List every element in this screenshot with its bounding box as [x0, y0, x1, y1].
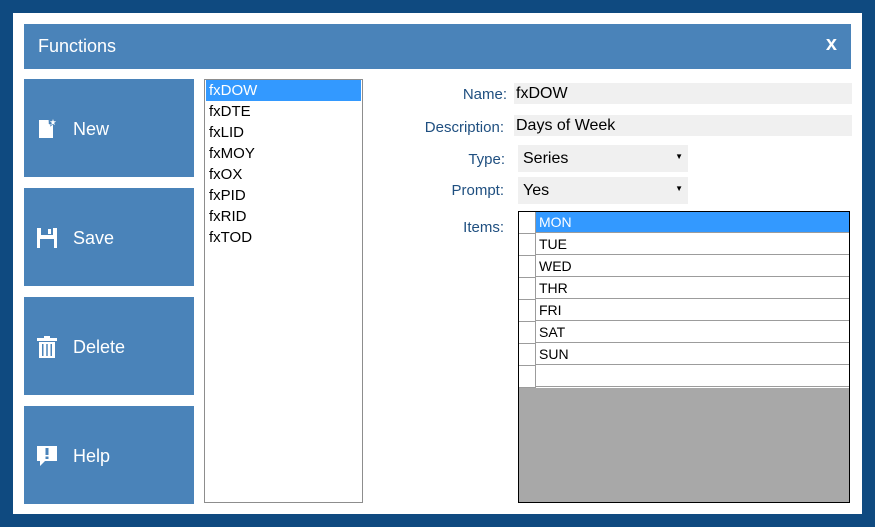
description-label: Description:: [424, 119, 504, 136]
table-row[interactable]: MON: [519, 212, 849, 234]
help-button[interactable]: Help: [24, 406, 194, 504]
close-button[interactable]: x: [826, 33, 837, 56]
row-header[interactable]: [519, 234, 536, 256]
row-header[interactable]: [519, 366, 536, 388]
list-item[interactable]: fxRID: [206, 206, 361, 227]
row-header[interactable]: [519, 322, 536, 344]
name-label: Name:: [462, 86, 507, 103]
type-label: Type:: [468, 151, 505, 168]
table-row[interactable]: WED: [519, 256, 849, 278]
new-button-label: New: [73, 119, 110, 139]
row-header[interactable]: [519, 300, 536, 322]
functions-list[interactable]: fxDOW fxDTE fxLID fxMOY fxOX fxPID fxRID…: [204, 79, 363, 503]
grid-cell[interactable]: SUN: [536, 344, 849, 365]
items-grid[interactable]: MON TUE WED THR FRI SAT SUN: [518, 211, 850, 503]
functions-window: Functions x New Save Delete Help fxDOW f…: [13, 13, 862, 514]
grid-cell[interactable]: FRI: [536, 300, 849, 321]
table-row[interactable]: FRI: [519, 300, 849, 322]
window-title: Functions: [38, 36, 117, 56]
help-icon: [36, 444, 58, 468]
table-row[interactable]: TUE: [519, 234, 849, 256]
grid-cell[interactable]: WED: [536, 256, 849, 277]
title-bar: Functions x: [24, 24, 851, 69]
trash-icon: [36, 335, 58, 359]
chevron-down-icon: ▼: [675, 152, 683, 161]
list-item[interactable]: fxOX: [206, 164, 361, 185]
description-field[interactable]: Days of Week: [514, 115, 852, 136]
grid-cell[interactable]: [536, 366, 849, 387]
type-select-value: Series: [523, 150, 569, 167]
list-item[interactable]: fxDOW: [206, 80, 361, 101]
delete-button[interactable]: Delete: [24, 297, 194, 395]
row-header[interactable]: [519, 212, 536, 234]
save-button-label: Save: [73, 228, 115, 248]
save-button[interactable]: Save: [24, 188, 194, 286]
grid-cell[interactable]: MON: [536, 212, 849, 233]
table-row[interactable]: THR: [519, 278, 849, 300]
row-header[interactable]: [519, 256, 536, 278]
list-item[interactable]: fxLID: [206, 122, 361, 143]
prompt-label: Prompt:: [451, 182, 504, 199]
list-item[interactable]: fxMOY: [206, 143, 361, 164]
row-header[interactable]: [519, 344, 536, 366]
new-row[interactable]: [519, 366, 849, 388]
name-field[interactable]: fxDOW: [514, 83, 852, 104]
grid-cell[interactable]: THR: [536, 278, 849, 299]
delete-button-label: Delete: [73, 337, 126, 357]
new-document-icon: [36, 117, 58, 141]
new-button[interactable]: New: [24, 79, 194, 177]
list-item[interactable]: fxPID: [206, 185, 361, 206]
type-select[interactable]: Series ▼: [518, 145, 688, 172]
prompt-select[interactable]: Yes ▼: [518, 177, 688, 204]
table-row[interactable]: SAT: [519, 322, 849, 344]
table-row[interactable]: SUN: [519, 344, 849, 366]
chevron-down-icon: ▼: [675, 184, 683, 193]
list-item[interactable]: fxTOD: [206, 227, 361, 248]
floppy-disk-icon: [36, 226, 58, 250]
items-label: Items:: [463, 219, 504, 236]
list-item[interactable]: fxDTE: [206, 101, 361, 122]
row-header[interactable]: [519, 278, 536, 300]
grid-cell[interactable]: TUE: [536, 234, 849, 255]
help-button-label: Help: [73, 446, 111, 466]
prompt-select-value: Yes: [523, 182, 550, 199]
grid-cell[interactable]: SAT: [536, 322, 849, 343]
